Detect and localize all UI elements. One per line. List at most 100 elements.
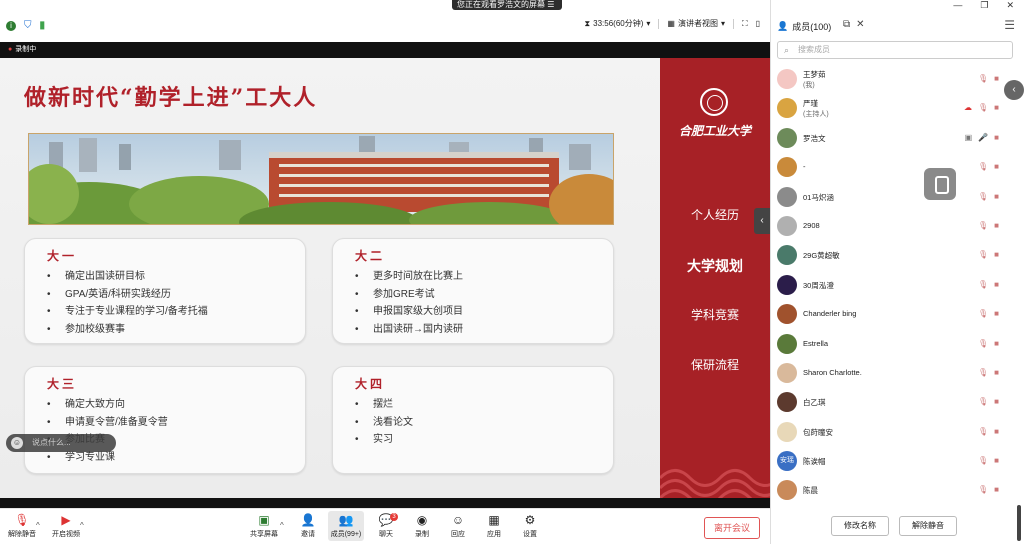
avatar [777,186,797,207]
member-row[interactable]: Estrella 🎙 ■ [771,329,1017,358]
slide-bottom-strip [0,498,770,508]
member-row[interactable]: Chanderler bing 🎙 ■ [771,299,1017,328]
record-label: 录制 [415,531,429,538]
react-button[interactable]: ☺ 回应 [440,513,476,539]
duration-text: 33:56(60分钟) [593,19,644,28]
fullscreen-icon[interactable]: ⛶ [742,19,748,29]
member-row[interactable]: 包莳瞳安 🎙 ■ [771,417,1017,446]
member-row[interactable]: 严瑾 (主持人) ☁ 🎙 ■ [771,93,1017,122]
member-row[interactable]: 01马炽涵 🎙 ■ [771,182,1017,211]
member-search-input[interactable]: ⌕ 搜索成员 [777,41,1013,59]
menu-icon[interactable]: ☰ [1004,18,1015,32]
member-row[interactable]: 王梦茹 (我) 🎙 ■ [771,64,1017,93]
camera-off-icon: ■ [994,250,999,260]
avatar [777,333,797,354]
camera-off-icon: ■ [994,485,999,495]
member-name: Sharon Charlotte. [803,367,862,377]
cloud-record-icon: ☁ [964,103,972,113]
info-icon[interactable]: i [6,20,16,31]
member-name: 王梦茹 [803,70,826,79]
member-name: 白乙琪 [803,398,826,408]
mute-button[interactable]: 🎙 解除静音 [4,513,40,539]
mic-off-icon: 🎙 [978,74,989,83]
list-item: 摆烂 [355,396,591,414]
member-row[interactable]: 2908 🎙 ■ [771,211,1017,240]
member-row[interactable]: 30周泓澄 🎙 ■ [771,270,1017,299]
camera-off-icon: ■ [994,279,999,289]
chevron-up-icon[interactable]: ^ [280,521,284,530]
collapse-panel-button[interactable]: ‹ [754,208,770,234]
minimize-icon[interactable]: — [953,0,962,11]
list-item: 申报国家级大创项目 [355,303,591,321]
recording-label: 录制中 [15,46,37,53]
record-icon: ◉ [416,513,428,527]
video-button[interactable]: ▶ 开启视频 [48,513,84,539]
record-button[interactable]: ◉ 录制 [404,513,440,539]
floating-window-button[interactable] [924,168,956,200]
camera-off-icon: ■ [994,426,999,436]
member-name: 29G黄超敏 [803,251,840,261]
invite-button[interactable]: 👤 邀请 [290,513,326,539]
member-name: 30周泓澄 [803,280,834,290]
member-row[interactable]: Sharon Charlotte. 🎙 ■ [771,358,1017,387]
member-row[interactable]: 白乙琪 🎙 ■ [771,387,1017,416]
chat-input-pill[interactable]: ☺ 说点什么... [6,434,116,452]
card-heading: 大四 [355,377,386,391]
card-list: 确定出国读研目标 GPA/英语/科研实践经历 专注于专业课程的学习/备考托福 参… [47,268,283,338]
leave-meeting-button[interactable]: 离开会议 [704,517,760,539]
member-name: Estrella [803,338,829,348]
list-item: GPA/英语/科研实践经历 [47,286,283,304]
mic-off-icon: 🎙 [978,279,989,289]
popout-icon[interactable]: ⧉ [843,19,850,30]
sidebar-toggle-icon[interactable]: ▯ [756,19,760,28]
timer[interactable]: ⧗ 33:56(60分钟) ▾ [585,18,651,29]
member-name: 陈晨 [803,486,818,496]
scrollbar[interactable] [1017,505,1021,541]
chevron-up-icon[interactable]: ^ [80,521,84,530]
mic-off-icon: 🎙 [14,513,30,527]
shared-slide: 做新时代“勤学上进”工大人 大一 • 确定出国读研目标 • GPA/英语/科研实… [0,58,770,498]
member-row[interactable]: 安瑶 陈诶帽 🎙 ■ [771,446,1017,475]
avatar [777,157,797,178]
signal-icon[interactable]: ▮ [40,20,46,31]
university-seal [700,88,728,116]
card-list: 确定大致方向 申请夏令营/准备夏令营 参加比赛 学习专业课 [47,396,283,466]
card-year-3: 大三 确定大致方向 申请夏令营/准备夏令营 参加比赛 学习专业课 [24,366,306,474]
chevron-up-icon[interactable]: ^ [36,521,40,530]
unmute-all-button[interactable]: 解除静音 [899,516,957,536]
shield-icon[interactable]: ⛉ [24,20,32,31]
mic-on-icon: 🎤 [978,132,989,142]
member-list: 王梦茹 (我) 🎙 ■ 严瑾 (主持人) ☁ 🎙 ■ 罗浩文 ▣ 🎤 ■ - 🎙 ■ 01马炽涵 🎙 ■ 2908 🎙 ■… [771,64,1017,505]
view-mode-selector[interactable]: ▦ 演讲者视图 ▾ [667,18,725,29]
member-row[interactable]: 29G黄超敏 🎙 ■ [771,240,1017,269]
member-row[interactable]: - 🎙 ■ [771,152,1017,181]
member-row[interactable]: 罗浩文 ▣ 🎤 ■ [771,123,1017,152]
mic-off-icon: 🎙 [978,485,989,495]
mic-off-icon: 🎙 [978,367,989,377]
close-panel-icon[interactable]: ✕ [856,19,864,30]
share-screen-button[interactable]: ▣ 共享屏幕 [246,513,282,539]
recording-bar: ● 录制中 [0,42,770,58]
camera-off-icon: ▶ [61,513,71,527]
members-button[interactable]: 👥 成员(99+) [328,511,364,541]
member-status-icons: ☁ 🎙 ■ [964,103,999,112]
apps-icon: ▦ [488,513,500,527]
mic-off-icon: 🎙 [978,250,989,260]
slide-content: 做新时代“勤学上进”工大人 大一 • 确定出国读研目标 • GPA/英语/科研实… [0,58,660,498]
avatar [777,304,797,325]
emoji-icon[interactable]: ☺ [11,437,23,449]
rename-button[interactable]: 修改名称 [831,516,889,536]
card-heading: 大一 [47,249,78,263]
restore-icon[interactable]: ❐ [980,0,988,11]
close-icon[interactable]: ✕ [1006,0,1014,11]
settings-button[interactable]: ⚙ 设置 [512,513,548,539]
apps-button[interactable]: ▦ 应用 [476,513,512,539]
chat-button[interactable]: 💬 3 聊天 [368,513,404,539]
avatar [777,215,797,236]
member-status-icons: 🎙 ■ [978,280,999,289]
card-list: 摆烂 浅看论文 实习 [355,396,591,449]
mic-off-icon: 🎙 [978,338,989,348]
member-status-icons: 🎙 ■ [978,221,999,230]
expand-side-button[interactable]: ‹ [1004,80,1024,100]
member-row[interactable]: 陈晨 🎙 ■ [771,475,1017,504]
